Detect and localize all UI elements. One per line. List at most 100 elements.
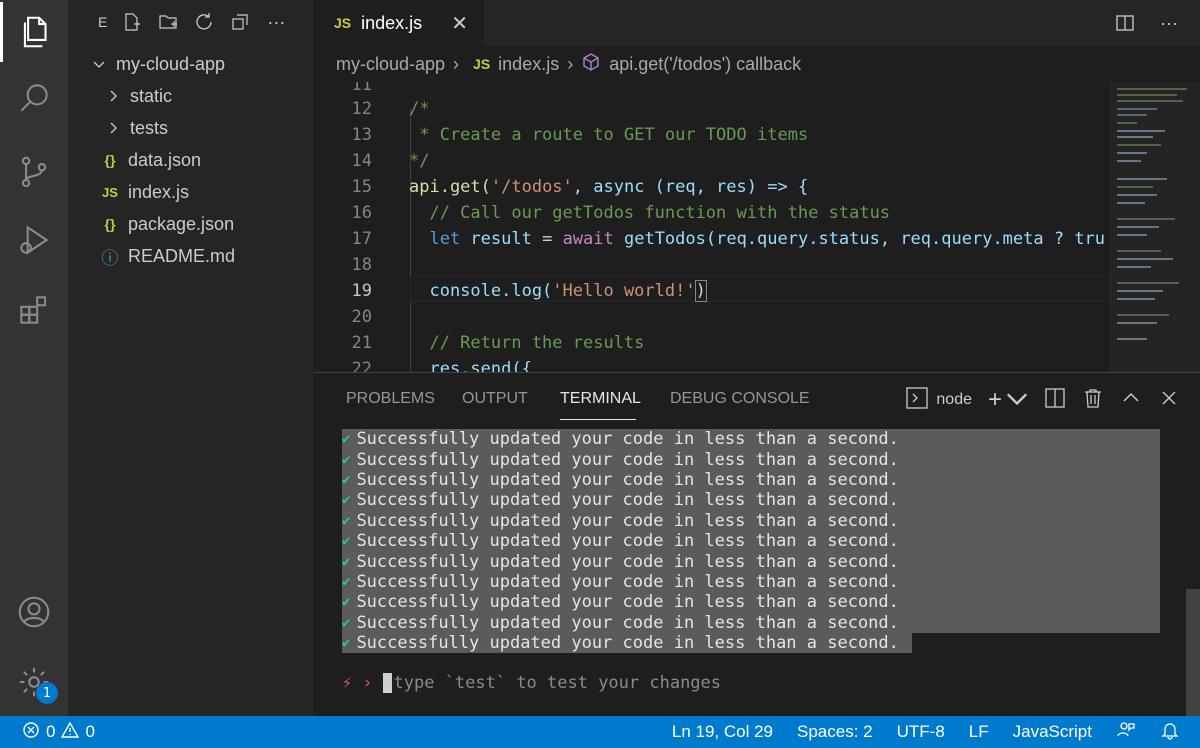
new-file-icon[interactable] (121, 11, 143, 33)
panel-actions: node + (906, 386, 1180, 414)
minimap-line (1117, 282, 1179, 284)
warning-count: 0 (85, 722, 95, 741)
check-icon: ✔ (342, 573, 351, 590)
terminal-prompt[interactable]: ⚡ › type `test` to test your changes (342, 673, 721, 693)
line-number: 18 (351, 255, 372, 275)
split-terminal-icon[interactable] (1044, 387, 1066, 414)
minimap-line (1117, 100, 1183, 102)
tree-item-static[interactable]: static (68, 80, 314, 112)
minimap-line (1117, 218, 1175, 220)
chevron-right-icon: › (567, 53, 574, 74)
source-control-icon[interactable] (0, 142, 68, 202)
line-number: 17 (351, 229, 372, 249)
explorer-icon[interactable] (0, 2, 68, 62)
code-line: 21 // Return the results (314, 330, 1110, 356)
status-bar: 0 0 Ln 19, Col 29 Spaces: 2 UTF-8 LF Jav… (0, 716, 1200, 748)
code-line: 22 res.send({ (314, 356, 1110, 372)
code-text: // Return the results (409, 333, 645, 353)
tree-item-readme[interactable]: ⓘ README.md (68, 240, 314, 272)
tab-problems[interactable]: PROBLEMS (346, 390, 435, 408)
split-editor-icon[interactable] (1114, 12, 1136, 34)
minimap-line (1117, 130, 1165, 132)
encoding[interactable]: UTF-8 (897, 722, 945, 742)
code-token: = (531, 229, 563, 249)
tab-index-js[interactable]: JS index.js ✕ (314, 0, 484, 46)
search-icon[interactable] (0, 68, 68, 128)
code-token: 'Hello world!' (552, 281, 696, 301)
maximize-panel-icon[interactable] (1120, 387, 1142, 414)
terminal-shell-select[interactable]: node (936, 391, 972, 409)
settings-badge: 1 (36, 682, 58, 704)
line-number: 16 (351, 203, 372, 223)
terminal-text: Successfully updated your code in less t… (356, 510, 899, 531)
more-actions-icon[interactable]: ··· (1158, 12, 1180, 34)
minimap-line (1117, 108, 1157, 110)
prompt-hint: type `test` to test your changes (393, 673, 722, 693)
terminal-text: Successfully updated your code in less t… (356, 633, 899, 654)
collapse-all-icon[interactable] (229, 11, 251, 33)
terminal-text: Successfully updated your code in less t… (356, 490, 899, 511)
tree-item-index-js[interactable]: JS index.js (68, 176, 314, 208)
breadcrumb-file[interactable]: index.js (498, 54, 559, 75)
bolt-icon: ⚡ (342, 673, 353, 693)
close-icon[interactable]: ✕ (451, 11, 468, 36)
extensions-icon[interactable] (0, 280, 68, 340)
code-line: 19 console.log('Hello world!') (314, 278, 1110, 304)
feedback-icon[interactable] (1116, 720, 1136, 745)
code-text: console.log('Hello world!') (409, 280, 707, 302)
indentation[interactable]: Spaces: 2 (797, 722, 873, 742)
problems-status[interactable]: 0 0 (22, 716, 95, 748)
terminal-text: Successfully updated your code in less t… (356, 571, 899, 592)
trash-icon[interactable] (1082, 387, 1104, 414)
terminal[interactable]: ✔ Successfully updated your code in less … (314, 429, 1180, 717)
status-right: Ln 19, Col 29 Spaces: 2 UTF-8 LF JavaScr… (672, 716, 1180, 748)
refresh-icon[interactable] (193, 11, 215, 33)
minimap-line (1117, 234, 1147, 236)
new-terminal-icon[interactable]: + (988, 386, 1002, 414)
terminal-line: ✔ Successfully updated your code in less … (342, 613, 899, 633)
code-text: res.send({ (409, 359, 532, 372)
minimap[interactable] (1110, 82, 1200, 372)
minimap-line (1117, 314, 1169, 316)
close-panel-icon[interactable] (1158, 387, 1180, 414)
tree-item-label: data.json (128, 149, 202, 170)
new-folder-icon[interactable] (157, 11, 179, 33)
bell-icon[interactable] (1160, 720, 1180, 745)
tab-debug-console[interactable]: DEBUG CONSOLE (670, 390, 810, 408)
minimap-line (1117, 338, 1147, 340)
language-mode[interactable]: JavaScript (1013, 722, 1092, 742)
minimap-line (1117, 194, 1157, 196)
minimap-line (1117, 226, 1159, 228)
tab-output[interactable]: OUTPUT (462, 390, 528, 408)
line-endings[interactable]: LF (969, 722, 989, 742)
tab-terminal[interactable]: TERMINAL (560, 390, 641, 408)
tree-item-tests[interactable]: tests (68, 112, 314, 144)
breadcrumb-symbol[interactable]: api.get('/todos') callback (609, 54, 801, 75)
code-token: , async (req, res) => { (572, 177, 809, 197)
chevron-down-icon[interactable] (1006, 387, 1028, 414)
check-icon: ✔ (342, 614, 351, 631)
code-editor[interactable]: 11 12 /* 13 * Create a route to GET our … (314, 82, 1110, 372)
code-line: 20 (314, 304, 1110, 330)
check-icon: ✔ (342, 471, 351, 488)
account-icon[interactable] (0, 582, 68, 642)
minimap-line (1117, 94, 1177, 96)
tree-item-data-json[interactable]: {} data.json (68, 144, 314, 176)
code-token: result (460, 229, 532, 249)
settings-gear-icon[interactable]: 1 (0, 652, 68, 712)
breadcrumb-folder[interactable]: my-cloud-app (336, 54, 445, 75)
more-actions-icon[interactable]: ··· (265, 11, 287, 33)
tree-root-folder[interactable]: my-cloud-app (68, 48, 314, 80)
code-text: api.get('/todos', async (req, res) => { (409, 177, 808, 197)
terminal-scrollbar[interactable] (1186, 589, 1200, 717)
terminal-line: ✔ Successfully updated your code in less … (342, 551, 899, 572)
minimap-line (1117, 152, 1147, 154)
tree-item-package-json[interactable]: {} package.json (68, 208, 314, 240)
check-icon: ✔ (342, 451, 351, 468)
chevron-down-icon (90, 58, 108, 70)
cursor-position[interactable]: Ln 19, Col 29 (672, 722, 773, 742)
terminal-text: Successfully updated your code in less t… (356, 429, 899, 450)
run-debug-icon[interactable] (0, 210, 68, 270)
minimap-line (1117, 186, 1153, 188)
code-line: 13 * Create a route to GET our TODO item… (314, 122, 1110, 148)
